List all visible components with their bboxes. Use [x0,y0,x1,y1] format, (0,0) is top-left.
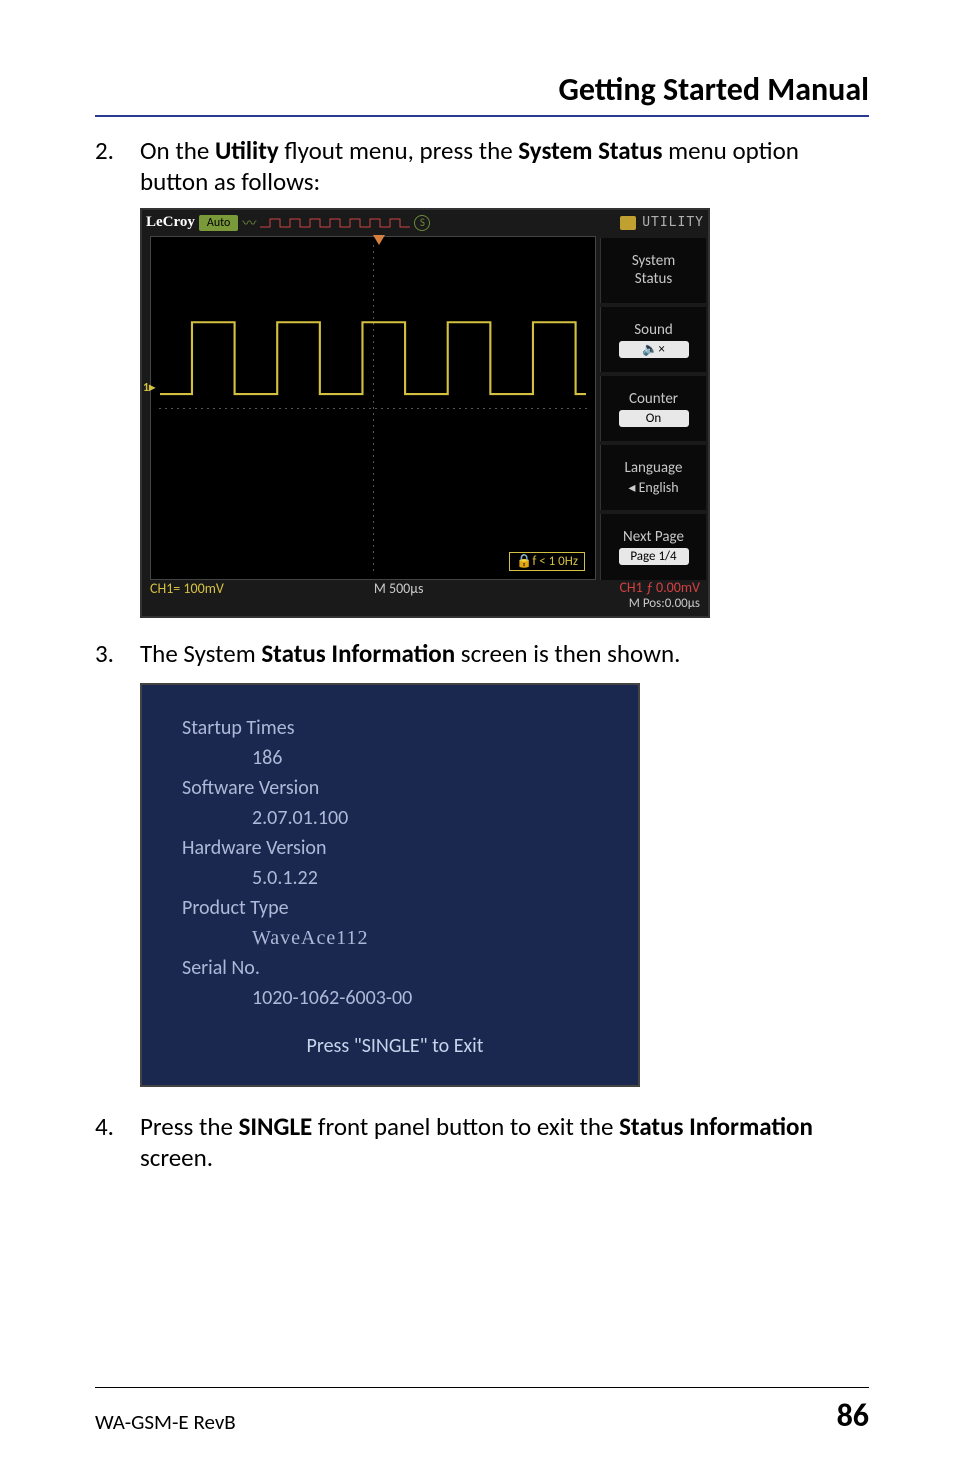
hardware-version-value: 5.0.1.22 [182,863,608,893]
ch1-marker: 1▸ [143,380,155,395]
text: flyout menu, press the [279,135,519,166]
waveform [160,312,586,415]
step-number: 4. [95,1111,140,1174]
serial-no-value: 1020-1062-6003-00 [182,983,608,1013]
menu-value: Page 1/4 [619,548,689,565]
menu-value: On [619,410,689,427]
step-text: Press the SINGLE front panel button to e… [140,1111,869,1174]
bold-text: Status Information [261,638,455,669]
scope-display: 1▸ 🔒f < 1 0Hz [150,236,596,580]
trigger-arrow-icon [373,235,385,245]
menu-value: English [639,479,679,496]
page-header: Getting Started Manual [95,70,869,117]
ch1-scale: CH1= 100mV [150,580,224,597]
menu-sound[interactable]: Sound 🔈× [600,307,706,372]
scope-bottombar: CH1= 100mV M 500µs CH1 ƒ 0.00mV M Pos:0.… [150,580,700,614]
menu-label: Language [625,459,683,477]
mpos: M Pos:0.00µs [629,596,700,611]
bold-text: System Status [518,135,662,166]
wave-icon: 〰 [242,213,256,233]
auto-button[interactable]: Auto [199,215,238,231]
s-icon: S [414,215,430,231]
brand-label: LeCroy [146,214,195,231]
bold-text: Utility [215,135,279,166]
step-number: 3. [95,638,140,669]
menu-label: Counter [629,390,678,408]
menu-label: Sound [634,321,672,339]
freq-value: f < 1 0Hz [532,554,578,569]
lock-icon: 🔒 [516,554,532,569]
startup-times-label: Startup Times [182,713,608,743]
step-2: 2. On the Utility flyout menu, press the… [95,135,869,198]
software-version-value: 2.07.01.100 [182,803,608,833]
product-type-value: WaveAce112 [182,923,608,953]
page-footer: WA-GSM-E RevB 86 [95,1387,869,1435]
hardware-version-label: Hardware Version [182,833,608,863]
step-3: 3. The System Status Information screen … [95,638,869,669]
software-version-label: Software Version [182,773,608,803]
serial-no-label: Serial No. [182,953,608,983]
mini-wave-icon [260,217,410,229]
step-number: 2. [95,135,140,198]
sound-icon: 🔈× [619,341,689,358]
bold-text: Status Information [619,1111,813,1142]
menu-label: Next Page [623,528,684,546]
text: Press the [140,1111,239,1142]
menu-next-page[interactable]: Next Page Page 1/4 [600,514,706,579]
scope-topbar: LeCroy Auto 〰 S UTILITY [142,210,708,236]
product-type-label: Product Type [182,893,608,923]
timebase: M 500µs [374,580,424,597]
menu-language[interactable]: Language ◂ English [600,445,706,510]
scope-menu-sidebar: System Status Sound 🔈× Counter On Langua… [600,238,706,580]
frequency-readout: 🔒f < 1 0Hz [509,552,585,571]
footer-docid: WA-GSM-E RevB [95,1409,236,1435]
step-4: 4. Press the SINGLE front panel button t… [95,1111,869,1174]
text: screen. [140,1142,213,1173]
utility-label: UTILITY [642,215,704,230]
exit-message: Press "SINGLE" to Exit [182,1031,608,1061]
ch1-trig: CH1 ƒ 0.00mV [619,579,700,596]
text: The System [140,638,261,669]
bold-text: SINGLE [239,1111,313,1142]
step-text: On the Utility flyout menu, press the Sy… [140,135,869,198]
oscilloscope-screenshot: LeCroy Auto 〰 S UTILITY 1▸ 🔒f < 1 0Hz Sy… [140,208,710,618]
usb-icon [620,216,636,230]
footer-page-number: 86 [837,1396,869,1435]
text: On the [140,135,215,166]
startup-times-value: 186 [182,743,608,773]
menu-system-status[interactable]: System Status [600,238,706,303]
step-text: The System Status Information screen is … [140,638,680,669]
menu-counter[interactable]: Counter On [600,376,706,441]
trigger-info: CH1 ƒ 0.00mV M Pos:0.00µs [619,580,700,612]
text: screen is then shown. [455,638,680,669]
text: front panel button to exit the [312,1111,619,1142]
status-info-screenshot: Startup Times 186 Software Version 2.07.… [140,683,640,1087]
